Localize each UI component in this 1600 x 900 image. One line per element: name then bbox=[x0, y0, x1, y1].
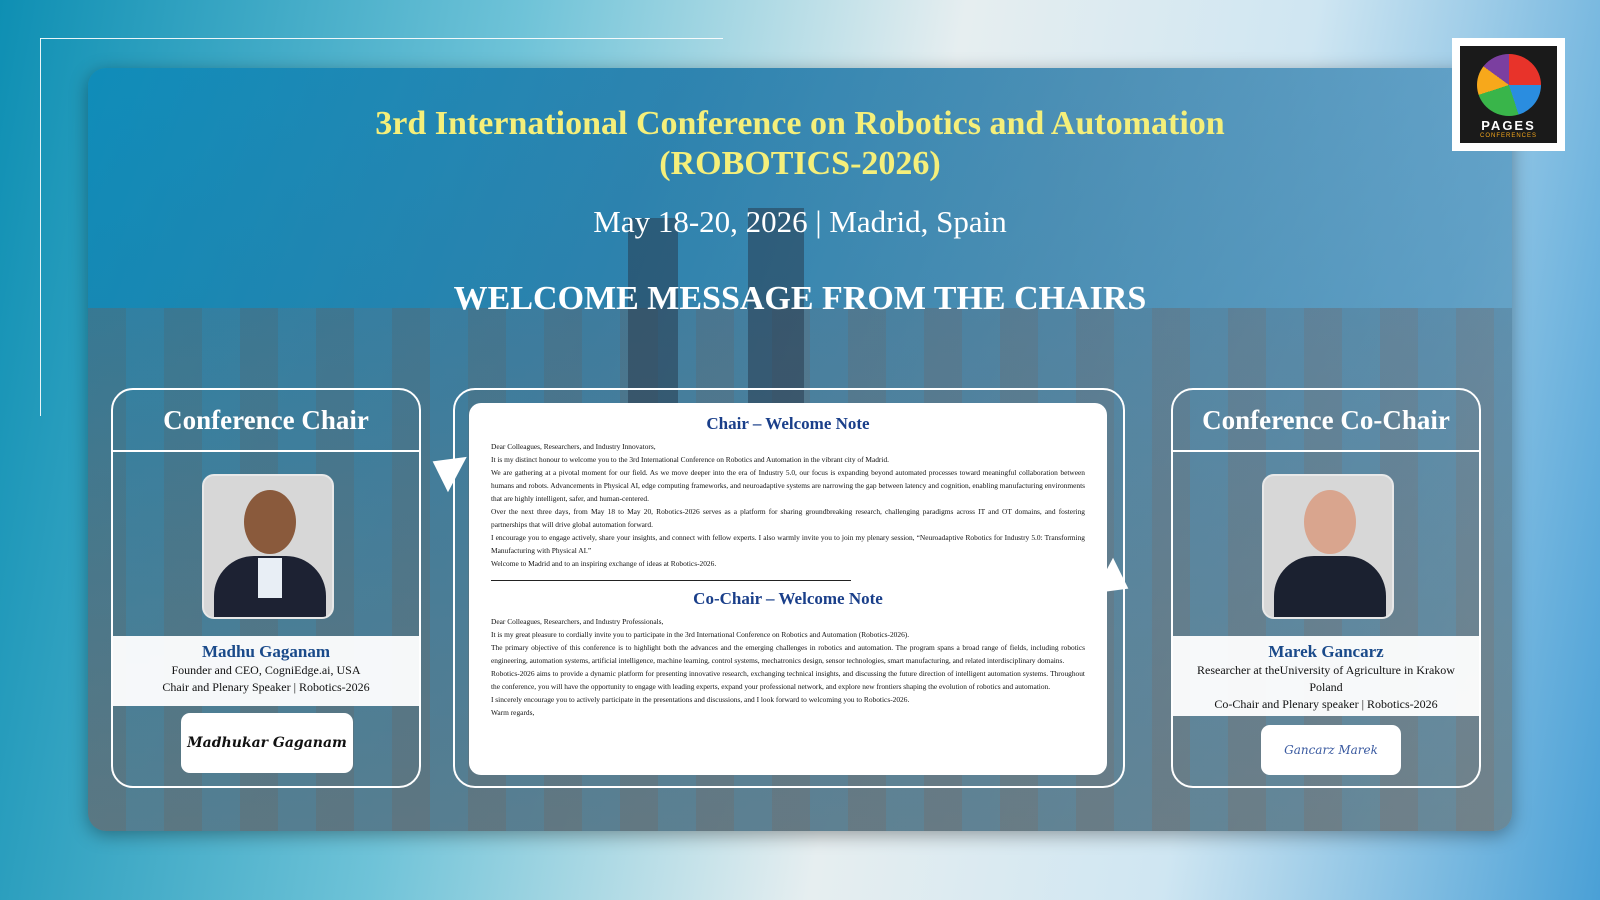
chair-signature: Madhukar Gaganam bbox=[181, 713, 353, 773]
conference-title-line2: (ROBOTICS-2026) bbox=[659, 145, 941, 182]
cochair-name: Marek Gancarz bbox=[1268, 642, 1384, 661]
chair-note-paragraph: Dear Colleagues, Researchers, and Indust… bbox=[491, 442, 656, 451]
cochair-note-paragraph: It is my great pleasure to cordially inv… bbox=[491, 630, 910, 639]
chair-photo bbox=[202, 474, 334, 619]
chair-note-paragraph: Over the next three days, from May 18 to… bbox=[491, 507, 1085, 529]
chair-note-paragraph: We are gathering at a pivotal moment for… bbox=[491, 468, 1085, 503]
cochair-info: Marek Gancarz Researcher at theUniversit… bbox=[1173, 636, 1479, 716]
cochair-note-body: Dear Colleagues, Researchers, and Indust… bbox=[491, 615, 1085, 719]
cochair-note-title: Co-Chair – Welcome Note bbox=[693, 589, 883, 608]
slide-panel: 3rd International Conference on Robotics… bbox=[88, 68, 1512, 831]
conference-dates: May 18-20, 2026 | Madrid, Spain bbox=[593, 204, 1007, 239]
chair-heading: Conference Chair bbox=[113, 390, 419, 452]
cochair-photo bbox=[1262, 474, 1394, 619]
cochair-note-paragraph: Warm regards, bbox=[491, 708, 535, 717]
notes-frame: Chair – Welcome Note Dear Colleagues, Re… bbox=[453, 388, 1125, 788]
logo-subtext: CONFERENCES bbox=[1479, 133, 1537, 139]
chair-note-title: Chair – Welcome Note bbox=[706, 414, 870, 433]
cochair-role-1: Researcher at theUniversity of Agricultu… bbox=[1197, 663, 1455, 677]
chair-note-paragraph: Welcome to Madrid and to an inspiring ex… bbox=[491, 559, 717, 568]
chair-panel: Conference Chair Madhu Gaganam Founder a… bbox=[111, 388, 421, 788]
cochair-note-paragraph: I sincerely encourage you to actively pa… bbox=[491, 695, 910, 704]
decorative-line-top bbox=[40, 38, 723, 39]
chair-note-body: Dear Colleagues, Researchers, and Indust… bbox=[491, 440, 1085, 570]
chair-note-paragraph: I encourage you to engage actively, shar… bbox=[491, 533, 1085, 555]
conference-title-line1: 3rd International Conference on Robotics… bbox=[375, 105, 1225, 142]
cochair-role-2: Poland bbox=[1309, 680, 1343, 694]
notes-divider bbox=[491, 580, 851, 581]
globe-icon: PAGES CONFERENCES bbox=[1460, 46, 1557, 143]
cochair-panel: Conference Co-Chair Marek Gancarz Resear… bbox=[1171, 388, 1481, 788]
chair-info: Madhu Gaganam Founder and CEO, CogniEdge… bbox=[113, 636, 419, 706]
cochair-signature: Gancarz Marek bbox=[1261, 725, 1401, 775]
cochair-note-paragraph: The primary objective of this conference… bbox=[491, 643, 1085, 665]
cochair-note-paragraph: Dear Colleagues, Researchers, and Indust… bbox=[491, 617, 664, 626]
chair-role-1: Founder and CEO, CogniEdge.ai, USA bbox=[171, 663, 361, 677]
notes-card: Chair – Welcome Note Dear Colleagues, Re… bbox=[469, 403, 1107, 775]
decorative-line-left bbox=[40, 38, 41, 416]
cochair-heading: Conference Co-Chair bbox=[1173, 390, 1479, 452]
cochair-role-3: Co-Chair and Plenary speaker | Robotics-… bbox=[1214, 697, 1438, 711]
chair-role-2: Chair and Plenary Speaker | Robotics-202… bbox=[162, 680, 370, 694]
cochair-note-paragraph: Robotics-2026 aims to provide a dynamic … bbox=[491, 669, 1085, 691]
chair-note-paragraph: It is my distinct honour to welcome you … bbox=[491, 455, 889, 464]
welcome-heading: WELCOME MESSAGE FROM THE CHAIRS bbox=[453, 280, 1147, 317]
chair-name: Madhu Gaganam bbox=[202, 642, 330, 661]
pages-conferences-logo[interactable]: PAGES CONFERENCES bbox=[1452, 38, 1565, 151]
logo-text: PAGES bbox=[1481, 118, 1536, 133]
